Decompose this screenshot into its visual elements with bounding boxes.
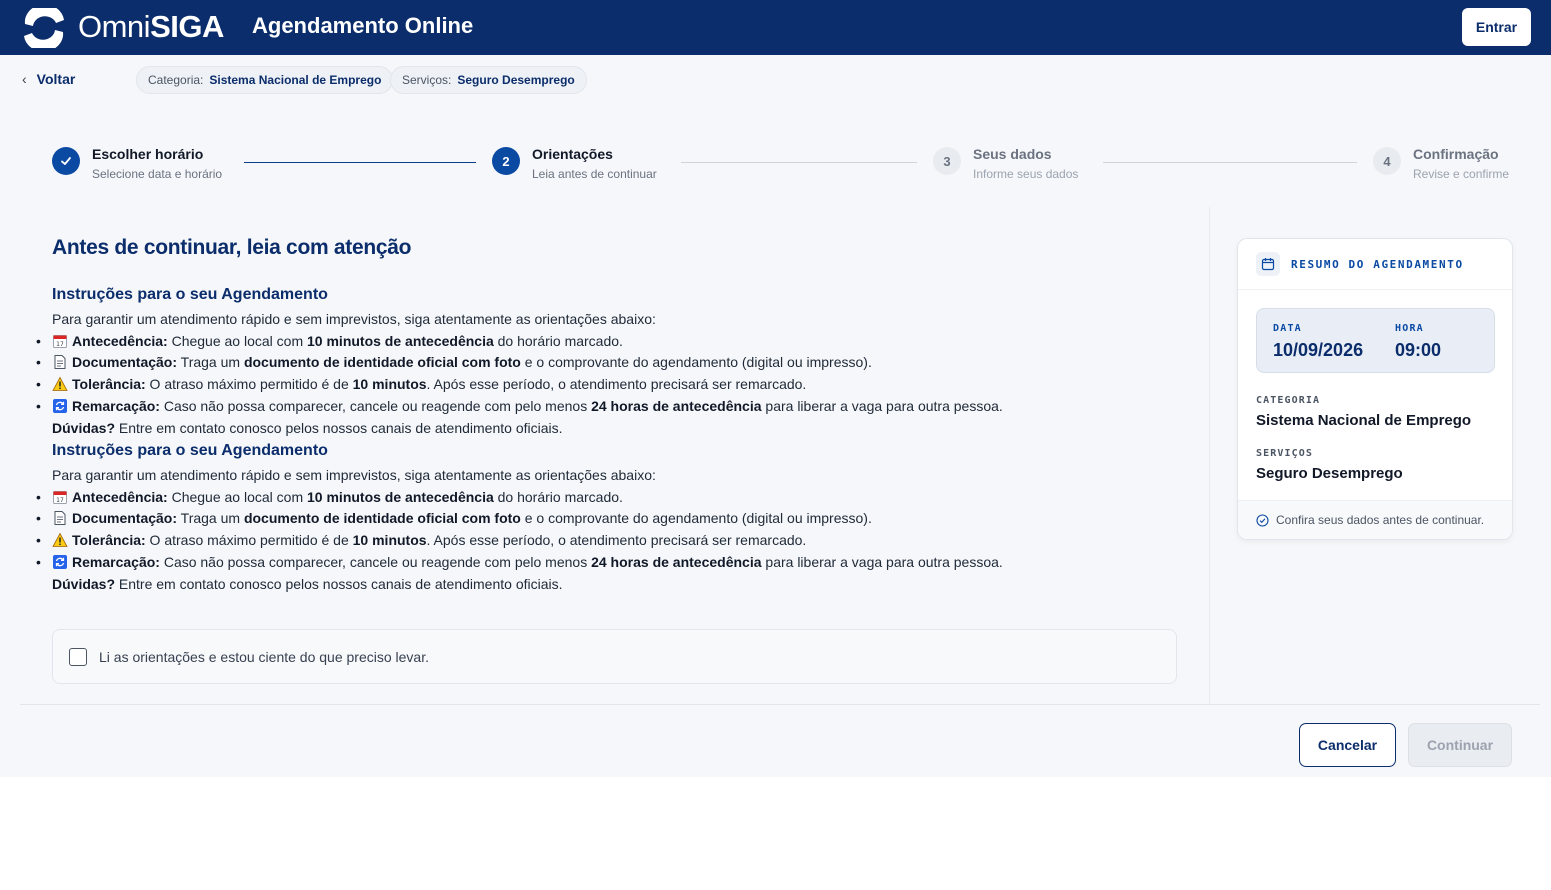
step-title: Confirmação bbox=[1413, 146, 1499, 162]
check-icon bbox=[52, 147, 80, 175]
services-value: Seguro Desemprego bbox=[1256, 465, 1403, 482]
top-bar: OmniSIGA Agendamento Online Entrar bbox=[0, 0, 1551, 55]
back-label: Voltar bbox=[36, 71, 76, 87]
step-subtitle: Leia antes de continuar bbox=[532, 167, 657, 181]
time-value: 09:00 bbox=[1395, 340, 1442, 360]
acknowledge-panel[interactable]: Li as orientações e estou ciente do que … bbox=[52, 629, 1177, 684]
instructions-heading: Instruções para o seu Agendamento bbox=[52, 442, 328, 459]
summary-header: RESUMO DO AGENDAMENTO bbox=[1238, 239, 1512, 290]
list-item: 17Antecedência: Chegue ao local com 10 m… bbox=[36, 487, 1172, 509]
date-value: 10/09/2026 bbox=[1273, 340, 1364, 360]
acknowledge-label[interactable]: Li as orientações e estou ciente do que … bbox=[99, 649, 429, 665]
page-title: Antes de continuar, leia com atenção bbox=[52, 236, 412, 259]
list-item: 17Antecedência: Chegue ao local com 10 m… bbox=[36, 331, 1172, 353]
calendar-icon: 17 bbox=[53, 334, 67, 348]
svg-text:17: 17 bbox=[56, 497, 64, 504]
reschedule-icon bbox=[53, 398, 67, 413]
step-number: 4 bbox=[1373, 147, 1401, 175]
instructions-list: 17Antecedência: Chegue ao local com 10 m… bbox=[36, 487, 1172, 574]
instructions-intro: Para garantir um atendimento rápido e se… bbox=[52, 467, 656, 483]
acknowledge-checkbox[interactable] bbox=[69, 647, 87, 666]
brand-wordmark: OmniSIGA bbox=[78, 9, 224, 44]
calendar-icon bbox=[1256, 252, 1280, 276]
services-chip: Serviços: Seguro Desemprego bbox=[390, 66, 587, 94]
instructions-list: 17Antecedência: Chegue ao local com 10 m… bbox=[36, 331, 1172, 418]
summary-footer: Confira seus dados antes de continuar. bbox=[1238, 500, 1512, 539]
document-icon bbox=[54, 355, 66, 370]
svg-text:17: 17 bbox=[56, 341, 64, 348]
step-connector bbox=[681, 162, 917, 163]
summary-card: RESUMO DO AGENDAMENTO DATA 10/09/2026 HO… bbox=[1237, 238, 1513, 540]
reschedule-icon bbox=[53, 554, 67, 569]
instructions-intro: Para garantir um atendimento rápido e se… bbox=[52, 311, 656, 327]
instructions-heading: Instruções para o seu Agendamento bbox=[52, 286, 328, 303]
chip-key: Serviços: bbox=[402, 73, 452, 87]
warning-icon bbox=[52, 376, 68, 392]
step-title: Seus dados bbox=[973, 146, 1052, 162]
list-item: Documentação: Traga um documento de iden… bbox=[36, 508, 1172, 530]
list-item: Tolerância: O atraso máximo permitido é … bbox=[36, 530, 1172, 552]
chip-value: Seguro Desemprego bbox=[457, 73, 575, 87]
document-icon bbox=[54, 511, 66, 526]
step-connector bbox=[1103, 162, 1357, 163]
omnisiga-logo-icon bbox=[24, 8, 64, 48]
step-title: Escolher horário bbox=[92, 146, 204, 162]
chevron-left-icon: ‹ bbox=[22, 71, 27, 87]
step-2: 2 Orientações Leia antes de continuar bbox=[492, 145, 657, 182]
step-3: 3 Seus dados Informe seus dados bbox=[933, 145, 1078, 182]
warning-icon bbox=[52, 532, 68, 548]
vertical-divider bbox=[1209, 207, 1210, 705]
services-summary: SERVIÇOS Seguro Desemprego bbox=[1256, 448, 1403, 482]
summary-title: RESUMO DO AGENDAMENTO bbox=[1291, 257, 1464, 271]
chip-value: Sistema Nacional de Emprego bbox=[209, 73, 382, 87]
continue-button[interactable]: Continuar bbox=[1408, 723, 1512, 767]
list-item: Tolerância: O atraso máximo permitido é … bbox=[36, 374, 1172, 396]
calendar-icon: 17 bbox=[53, 490, 67, 504]
chip-key: Categoria: bbox=[148, 73, 204, 87]
app-title: Agendamento Online bbox=[252, 13, 474, 38]
back-link[interactable]: ‹ Voltar bbox=[22, 71, 75, 87]
list-item: Documentação: Traga um documento de iden… bbox=[36, 352, 1172, 374]
date-label: DATA bbox=[1273, 323, 1302, 334]
step-number: 3 bbox=[933, 147, 961, 175]
horizontal-divider bbox=[20, 704, 1540, 705]
category-summary: CATEGORIA Sistema Nacional de Emprego bbox=[1256, 395, 1471, 429]
cancel-button[interactable]: Cancelar bbox=[1299, 723, 1396, 767]
step-title: Orientações bbox=[532, 146, 613, 162]
check-circle-icon bbox=[1256, 513, 1269, 527]
instructions-block: Instruções para o seu Agendamento Para g… bbox=[36, 284, 1172, 439]
step-number: 2 bbox=[492, 147, 520, 175]
instructions-block: Instruções para o seu Agendamento Para g… bbox=[36, 440, 1172, 595]
services-label: SERVIÇOS bbox=[1256, 448, 1313, 459]
step-4: 4 Confirmação Revise e confirme bbox=[1373, 145, 1509, 182]
list-item: Remarcação: Caso não possa comparecer, c… bbox=[36, 396, 1172, 418]
list-item: Remarcação: Caso não possa comparecer, c… bbox=[36, 552, 1172, 574]
date-time-box: DATA 10/09/2026 HORA 09:00 bbox=[1256, 308, 1495, 373]
main-content: ‹ Voltar Categoria: Sistema Nacional de … bbox=[0, 55, 1551, 777]
step-1: Escolher horário Selecione data e horári… bbox=[52, 145, 222, 182]
category-chip: Categoria: Sistema Nacional de Emprego bbox=[136, 66, 394, 94]
category-value: Sistema Nacional de Emprego bbox=[1256, 412, 1472, 429]
step-subtitle: Revise e confirme bbox=[1413, 167, 1510, 181]
time-label: HORA bbox=[1395, 323, 1424, 334]
category-label: CATEGORIA bbox=[1256, 395, 1321, 406]
step-connector bbox=[244, 162, 476, 163]
step-subtitle: Informe seus dados bbox=[973, 167, 1079, 181]
summary-note: Confira seus dados antes de continuar. bbox=[1276, 513, 1485, 527]
instructions-footer: Dúvidas? Entre em contato conosco pelos … bbox=[52, 575, 563, 592]
step-subtitle: Selecione data e horário bbox=[92, 167, 223, 181]
instructions-footer: Dúvidas? Entre em contato conosco pelos … bbox=[52, 419, 563, 436]
login-button[interactable]: Entrar bbox=[1462, 8, 1531, 46]
